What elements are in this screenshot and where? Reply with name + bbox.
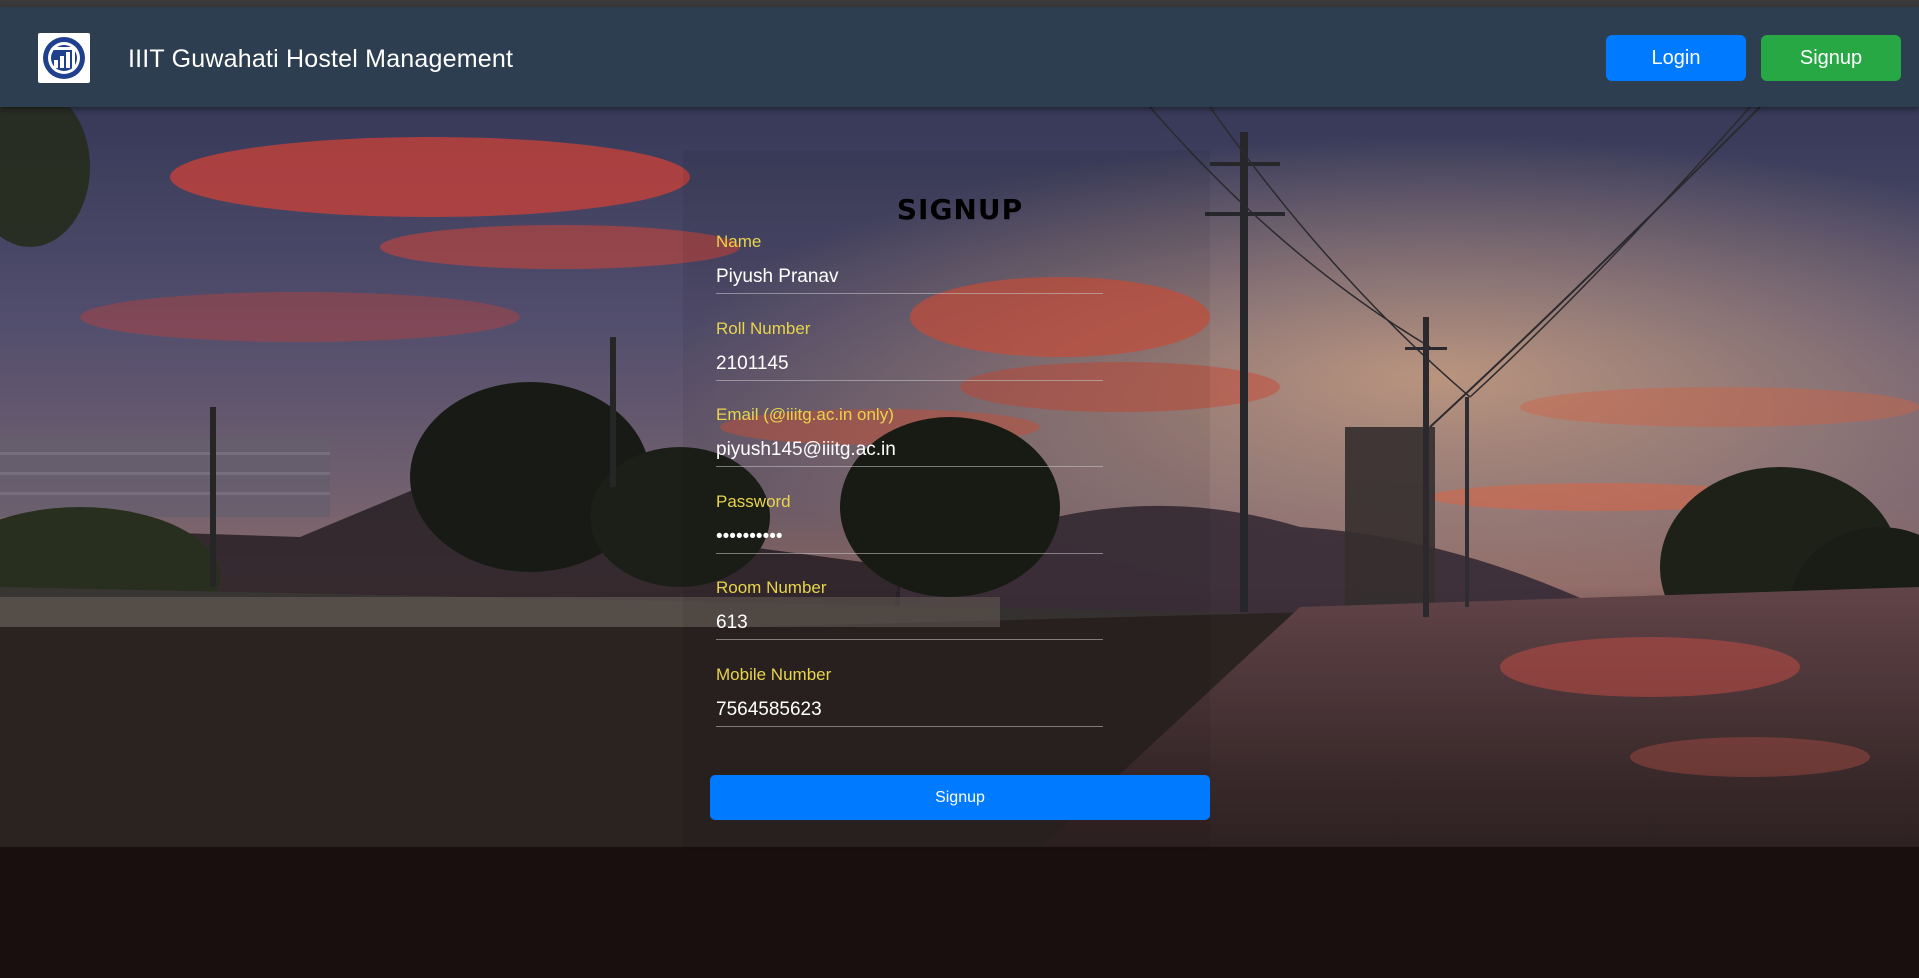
brand-title[interactable]: IIIT Guwahati Hostel Management bbox=[128, 45, 513, 74]
email-field-group: Email (@iiitg.ac.in only) bbox=[716, 405, 1103, 477]
password-label: Password bbox=[716, 492, 791, 511]
password-input[interactable] bbox=[716, 520, 1103, 554]
mobile-number-input[interactable] bbox=[716, 693, 1103, 727]
form-title: SIGNUP bbox=[896, 193, 1024, 226]
navbar: IIIT Guwahati Hostel Management Login Si… bbox=[0, 7, 1919, 107]
email-label: Email (@iiitg.ac.in only) bbox=[716, 405, 894, 424]
roll-number-label: Roll Number bbox=[716, 319, 811, 338]
password-field-group: Password bbox=[716, 492, 1103, 564]
mobile-number-label: Mobile Number bbox=[716, 665, 832, 684]
signup-submit-button[interactable]: Signup bbox=[710, 775, 1210, 820]
mobile-number-field-group: Mobile Number bbox=[716, 665, 1103, 737]
name-field-group: Name bbox=[716, 232, 1103, 304]
roll-number-field-group: Roll Number bbox=[716, 319, 1103, 391]
room-number-field-group: Room Number bbox=[716, 578, 1103, 650]
login-button[interactable]: Login bbox=[1606, 35, 1746, 81]
name-input[interactable] bbox=[716, 260, 1103, 294]
signup-nav-button[interactable]: Signup bbox=[1761, 35, 1901, 81]
email-input[interactable] bbox=[716, 433, 1103, 467]
room-number-label: Room Number bbox=[716, 578, 827, 597]
iiitg-logo-icon[interactable] bbox=[38, 33, 90, 83]
room-number-input[interactable] bbox=[716, 606, 1103, 640]
name-label: Name bbox=[716, 232, 762, 251]
roll-number-input[interactable] bbox=[716, 347, 1103, 381]
